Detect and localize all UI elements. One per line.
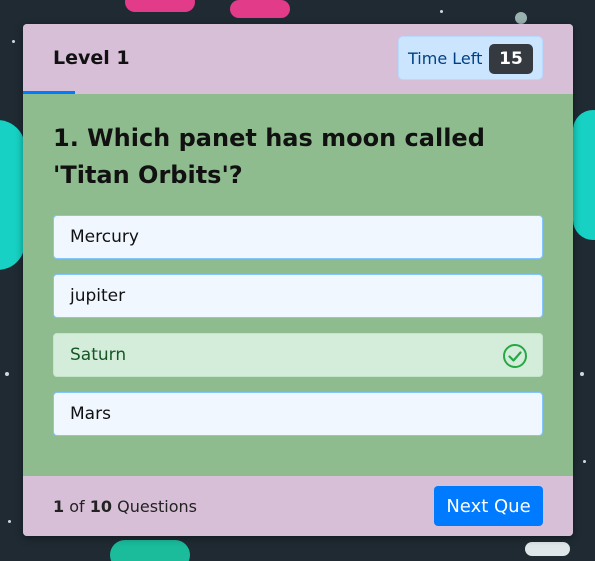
option-jupiter[interactable]: jupiter	[53, 274, 543, 318]
pink-cloud-decoration	[230, 0, 290, 18]
quiz-footer: 1 of 10 Questions Next Que	[23, 476, 573, 536]
star	[515, 12, 527, 24]
option-mars[interactable]: Mars	[53, 392, 543, 436]
star	[580, 372, 584, 376]
pill-decoration	[525, 542, 570, 556]
option-label: Saturn	[70, 345, 127, 365]
timer-value: 15	[489, 44, 533, 74]
check-circle-icon	[503, 344, 527, 368]
question-text: 1. Which panet has moon called 'Titan Or…	[53, 124, 485, 189]
star	[583, 460, 586, 463]
current-question: 1	[53, 497, 65, 516]
counter-suffix: Questions	[117, 497, 198, 516]
rocket-decoration	[110, 540, 190, 561]
option-label: jupiter	[70, 286, 126, 306]
star	[12, 40, 15, 43]
counter-of: of	[69, 497, 85, 516]
next-question-button[interactable]: Next Que	[434, 486, 543, 526]
total-questions: 10	[89, 497, 113, 516]
teal-planet-decoration	[573, 110, 595, 240]
star	[440, 10, 443, 13]
option-label: Mars	[70, 404, 111, 424]
level-title: Level 1	[53, 47, 130, 69]
pink-cloud-decoration	[125, 0, 195, 12]
question-counter: 1 of 10 Questions	[53, 497, 197, 516]
quiz-header: Level 1 Time Left 15	[23, 24, 573, 94]
option-saturn[interactable]: Saturn	[53, 333, 543, 377]
time-progress-bar	[23, 91, 75, 94]
quiz-card: Level 1 Time Left 15 1. Which panet has …	[23, 24, 573, 536]
timer-box: Time Left 15	[398, 36, 543, 80]
option-mercury[interactable]: Mercury	[53, 215, 543, 259]
star	[8, 520, 11, 523]
option-label: Mercury	[70, 227, 139, 247]
timer-label: Time Left	[408, 49, 483, 68]
teal-planet-decoration	[0, 120, 25, 270]
star	[5, 372, 9, 376]
